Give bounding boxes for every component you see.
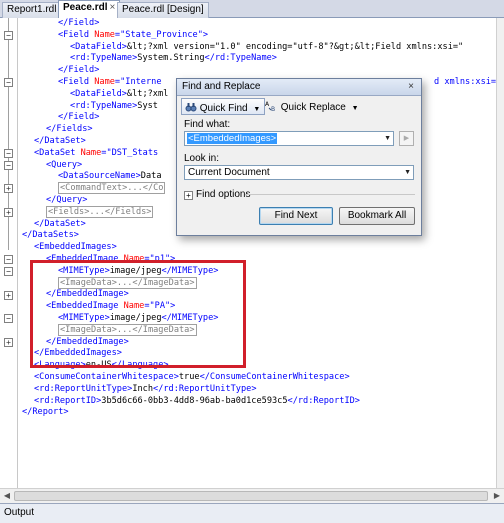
look-in-value: Current Document — [188, 167, 270, 178]
scroll-right-icon[interactable]: ▶ — [491, 491, 503, 501]
code-line: <ConsumeContainerWhitespace>true</Consum… — [34, 372, 350, 382]
tab-peace-design[interactable]: Peace.rdl [Design] — [117, 2, 209, 18]
look-in-select[interactable]: Current Document ▼ — [184, 165, 414, 180]
close-icon[interactable]: × — [404, 81, 418, 93]
code-line: <Query> — [46, 159, 83, 170]
find-options-label: Find options — [196, 189, 251, 200]
find-what-label: Find what: — [184, 119, 231, 130]
expand-icon[interactable]: + — [4, 338, 13, 347]
svg-text:A: A — [265, 101, 270, 108]
collapsed-block[interactable]: <Fields>...</Fields> — [46, 205, 154, 218]
quick-find-label: Quick Find — [199, 103, 248, 114]
expand-icon[interactable]: + — [4, 291, 13, 300]
horizontal-scrollbar[interactable]: ◀ ▶ — [0, 488, 504, 503]
dropdown-arrow-icon[interactable]: ▼ — [404, 169, 411, 176]
replace-icon: A B — [265, 101, 275, 112]
collapse-icon[interactable]: − — [4, 78, 13, 87]
find-options-toggle[interactable]: + Find options — [184, 189, 250, 200]
output-label: Output — [4, 507, 35, 518]
code-line: </DataSets> — [22, 230, 79, 241]
code-line: <CommandText>...</Co — [58, 182, 166, 195]
code-line: <Field Name="Interne — [58, 77, 162, 87]
embedded-images-highlight-box — [30, 260, 246, 368]
find-what-value: <EmbeddedImages> — [187, 133, 278, 144]
code-line: </Report> — [22, 407, 69, 418]
quick-find-button[interactable]: Quick Find ▼ — [181, 98, 266, 115]
find-what-input[interactable]: <EmbeddedImages> ▼ — [184, 131, 394, 146]
code-line: <Fields>...</Fields> — [46, 205, 154, 219]
scroll-thumb[interactable] — [14, 491, 488, 501]
code-line: </DataSet> — [34, 136, 86, 146]
find-replace-dialog: Find and Replace × Quick Find ▼ A B Quic… — [176, 78, 422, 236]
tab-close-icon[interactable]: × — [109, 2, 115, 13]
tab-peace-rdl[interactable]: Peace.rdl × — [58, 0, 121, 18]
code-line: <rd:TypeName>Syst — [70, 100, 158, 111]
find-next-button[interactable]: Find Next — [259, 207, 333, 225]
svg-text:B: B — [271, 106, 275, 112]
collapse-icon[interactable]: − — [4, 255, 13, 264]
collapsed-block[interactable]: <CommandText>...</Co — [58, 182, 166, 195]
output-panel-header[interactable]: Output — [0, 503, 504, 523]
code-line: </DataSet> — [34, 218, 86, 229]
scroll-left-icon[interactable]: ◀ — [1, 491, 13, 501]
tab-label: Peace.rdl — [63, 2, 108, 13]
tab-report1[interactable]: Report1.rdl — [2, 2, 62, 18]
quick-replace-label: Quick Replace — [280, 102, 346, 113]
collapse-icon[interactable]: − — [4, 267, 13, 276]
code-line: <rd:TypeName>System.String</rd:TypeName> — [70, 53, 277, 64]
expand-icon[interactable]: + — [4, 208, 13, 217]
dropdown-arrow-icon[interactable]: ▼ — [384, 135, 391, 142]
quick-replace-button[interactable]: A B Quick Replace ▼ — [263, 98, 363, 115]
collapse-icon[interactable]: − — [4, 314, 13, 323]
expand-icon[interactable]: + — [184, 191, 193, 200]
divider — [245, 194, 415, 195]
chevron-down-icon[interactable]: ▼ — [253, 106, 260, 113]
tab-label: Report1.rdl — [7, 4, 57, 15]
dialog-title-bar[interactable]: Find and Replace — [177, 79, 421, 96]
collapse-icon[interactable]: − — [4, 161, 13, 170]
code-line: <Field Name="State_Province"> — [58, 29, 209, 40]
code-line: <rd:ReportUnitType>Inch</rd:ReportUnitTy… — [34, 383, 257, 394]
code-line: <rd:ReportID>3b5d6c66-0bb3-4dd8-96ab-ba0… — [34, 395, 360, 406]
code-line: <EmbeddedImages> — [34, 242, 117, 253]
dialog-toolbar: Quick Find ▼ A B Quick Replace ▼ — [181, 98, 417, 116]
dialog-title: Find and Replace — [182, 81, 261, 92]
chevron-down-icon[interactable]: ▼ — [352, 105, 359, 112]
collapse-icon[interactable]: − — [4, 149, 13, 158]
code-line: </Fields> — [46, 124, 93, 135]
code-line: <DataField>&lt;?xml — [70, 88, 169, 99]
code-line: </Field> — [58, 18, 100, 28]
expand-icon[interactable]: + — [4, 184, 13, 193]
tab-label: Peace.rdl [Design] — [122, 4, 204, 15]
collapse-icon[interactable]: − — [4, 31, 13, 40]
code-line-tail: d xmlns:xsi=" — [434, 77, 496, 87]
code-line: <DataField>&lt;?xml version="1.0" encodi… — [70, 41, 464, 52]
code-line: <DataSet Name="DST_Stats — [34, 147, 159, 158]
code-line: </Field> — [58, 65, 100, 76]
vertical-scrollbar[interactable] — [496, 18, 504, 488]
look-in-label: Look in: — [184, 153, 220, 164]
binoculars-icon — [185, 103, 197, 112]
code-line: </Field> — [58, 112, 100, 123]
outline-gutter: − − − − + + − − + − + — [0, 18, 18, 488]
document-tab-strip: Report1.rdl Peace.rdl × Peace.rdl [Design… — [0, 0, 504, 18]
bookmark-all-button[interactable]: Bookmark All — [339, 207, 415, 225]
expression-builder-button[interactable]: ▶ — [399, 131, 414, 146]
